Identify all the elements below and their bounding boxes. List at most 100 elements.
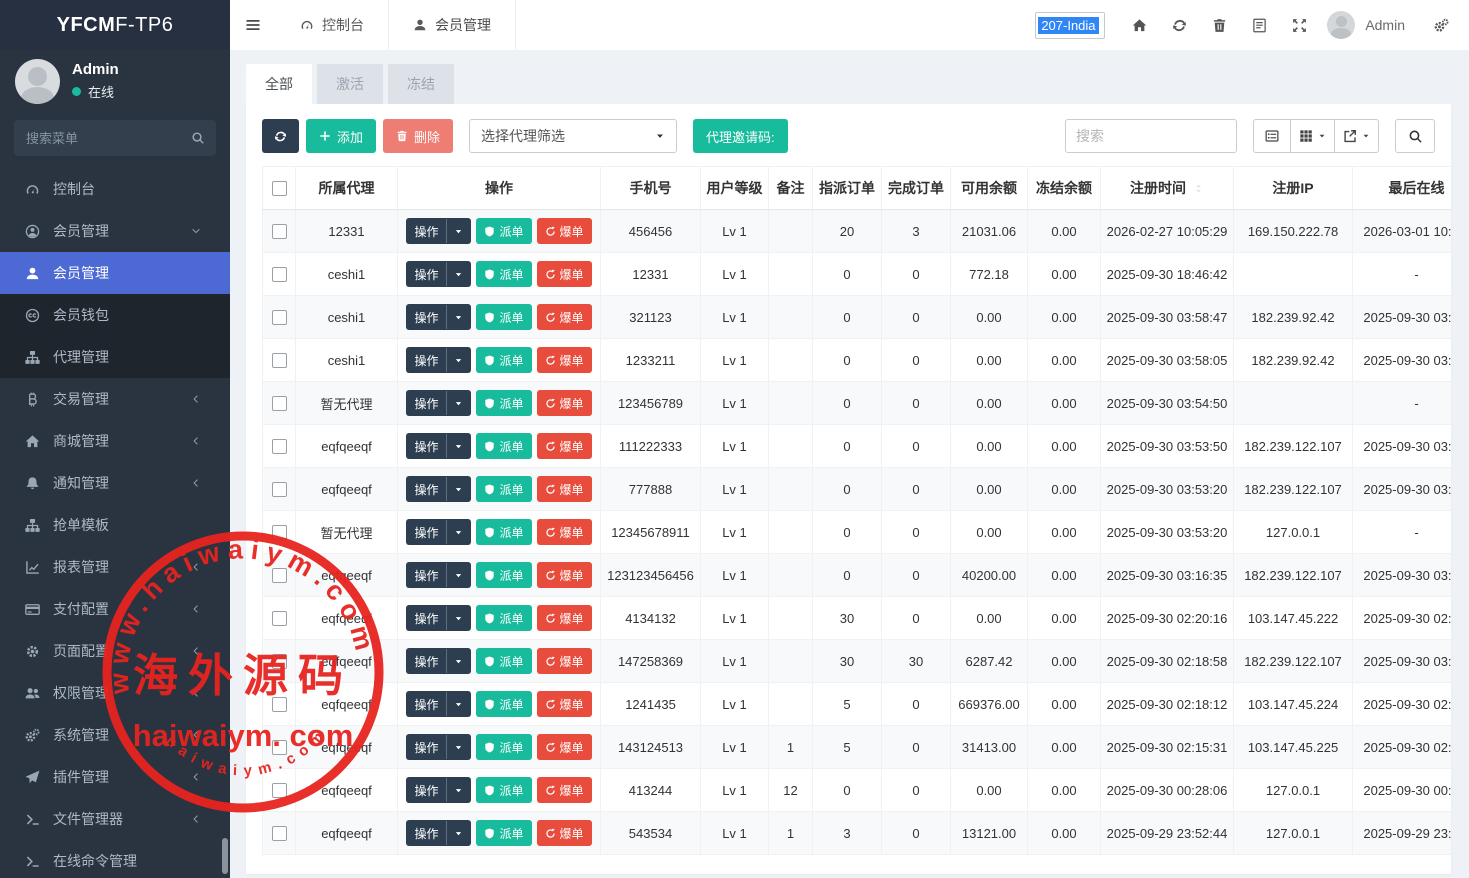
table-search-input[interactable]: [1065, 119, 1237, 153]
row-operate-button[interactable]: 操作: [406, 218, 471, 244]
row-dispatch-button[interactable]: 派单: [476, 261, 531, 287]
row-dispatch-button[interactable]: 派单: [476, 218, 531, 244]
home-button[interactable]: [1119, 0, 1159, 50]
row-burst-button[interactable]: 爆单: [537, 648, 592, 674]
export-button[interactable]: [1335, 119, 1379, 153]
columns-toggle-button[interactable]: [1291, 119, 1335, 153]
clear-cache-button[interactable]: [1199, 0, 1239, 50]
sidebar-item-15[interactable]: 文件管理器: [0, 798, 230, 840]
sidebar-toggle-button[interactable]: [230, 0, 276, 50]
sidebar-item-6[interactable]: 商城管理: [0, 420, 230, 462]
column-header[interactable]: 所属代理: [296, 167, 398, 210]
row-operate-button[interactable]: 操作: [406, 433, 471, 459]
column-header[interactable]: 最后在线: [1353, 167, 1452, 210]
row-operate-button[interactable]: 操作: [406, 261, 471, 287]
fullscreen-button[interactable]: [1279, 0, 1319, 50]
sidebar-item-5[interactable]: 交易管理: [0, 378, 230, 420]
detail-view-button[interactable]: [1253, 119, 1291, 153]
row-operate-button[interactable]: 操作: [406, 648, 471, 674]
row-checkbox[interactable]: [272, 396, 287, 411]
column-header[interactable]: 注册IP: [1234, 167, 1353, 210]
row-operate-button[interactable]: 操作: [406, 562, 471, 588]
refresh-table-button[interactable]: [262, 119, 299, 153]
row-checkbox[interactable]: [272, 482, 287, 497]
row-dispatch-button[interactable]: 派单: [476, 777, 531, 803]
sidebar-item-4[interactable]: 代理管理: [0, 336, 230, 378]
tab-frozen[interactable]: 冻结: [388, 64, 454, 104]
delete-button[interactable]: 删除: [383, 119, 453, 153]
navbar-text-input[interactable]: 207-India: [1035, 12, 1105, 39]
settings-button[interactable]: [1421, 0, 1461, 50]
add-button[interactable]: 添加: [306, 119, 376, 153]
row-checkbox[interactable]: [272, 310, 287, 325]
sidebar-item-12[interactable]: 权限管理: [0, 672, 230, 714]
row-operate-button[interactable]: 操作: [406, 476, 471, 502]
row-checkbox[interactable]: [272, 568, 287, 583]
menu-search-input[interactable]: [14, 120, 216, 156]
row-burst-button[interactable]: 爆单: [537, 390, 592, 416]
nav-tab-dashboard[interactable]: 控制台: [276, 0, 388, 50]
row-dispatch-button[interactable]: 派单: [476, 390, 531, 416]
column-header[interactable]: 冻结余额: [1028, 167, 1101, 210]
refresh-button[interactable]: [1159, 0, 1199, 50]
row-operate-button[interactable]: 操作: [406, 734, 471, 760]
navbar-username[interactable]: Admin: [1365, 17, 1405, 33]
row-operate-button[interactable]: 操作: [406, 691, 471, 717]
column-header[interactable]: 注册时间: [1101, 167, 1234, 210]
sidebar-item-13[interactable]: 系统管理: [0, 714, 230, 756]
row-dispatch-button[interactable]: 派单: [476, 562, 531, 588]
column-header[interactable]: 完成订单: [882, 167, 951, 210]
row-dispatch-button[interactable]: 派单: [476, 605, 531, 631]
row-burst-button[interactable]: 爆单: [537, 218, 592, 244]
row-operate-button[interactable]: 操作: [406, 304, 471, 330]
row-burst-button[interactable]: 爆单: [537, 734, 592, 760]
row-operate-button[interactable]: 操作: [406, 605, 471, 631]
row-checkbox[interactable]: [272, 783, 287, 798]
sidebar-item-10[interactable]: 支付配置: [0, 588, 230, 630]
row-burst-button[interactable]: 爆单: [537, 347, 592, 373]
row-burst-button[interactable]: 爆单: [537, 476, 592, 502]
row-operate-button[interactable]: 操作: [406, 390, 471, 416]
sidebar-item-1[interactable]: 会员管理: [0, 210, 230, 252]
sidebar-item-11[interactable]: 页面配置: [0, 630, 230, 672]
sidebar-scrollbar[interactable]: [222, 838, 228, 874]
row-checkbox[interactable]: [272, 267, 287, 282]
sidebar-item-16[interactable]: 在线命令管理: [0, 840, 230, 878]
row-burst-button[interactable]: 爆单: [537, 261, 592, 287]
row-operate-button[interactable]: 操作: [406, 519, 471, 545]
row-dispatch-button[interactable]: 派单: [476, 519, 531, 545]
row-checkbox[interactable]: [272, 826, 287, 841]
row-dispatch-button[interactable]: 派单: [476, 734, 531, 760]
row-operate-button[interactable]: 操作: [406, 820, 471, 846]
nav-tab-members[interactable]: 会员管理: [388, 0, 516, 50]
row-operate-button[interactable]: 操作: [406, 347, 471, 373]
sidebar-item-7[interactable]: 通知管理: [0, 462, 230, 504]
row-burst-button[interactable]: 爆单: [537, 562, 592, 588]
row-dispatch-button[interactable]: 派单: [476, 476, 531, 502]
row-dispatch-button[interactable]: 派单: [476, 820, 531, 846]
sidebar-item-0[interactable]: 控制台: [0, 168, 230, 210]
column-header[interactable]: 可用余额: [951, 167, 1028, 210]
row-burst-button[interactable]: 爆单: [537, 820, 592, 846]
row-burst-button[interactable]: 爆单: [537, 433, 592, 459]
sidebar-item-3[interactable]: 会员钱包: [0, 294, 230, 336]
agent-filter-select[interactable]: 选择代理筛选: [469, 119, 677, 153]
row-checkbox[interactable]: [272, 611, 287, 626]
language-button[interactable]: [1239, 0, 1279, 50]
row-checkbox[interactable]: [272, 439, 287, 454]
advanced-search-button[interactable]: [1395, 119, 1435, 153]
row-checkbox[interactable]: [272, 654, 287, 669]
row-dispatch-button[interactable]: 派单: [476, 691, 531, 717]
column-header[interactable]: 用户等级: [701, 167, 769, 210]
sidebar-item-8[interactable]: 抢单模板: [0, 504, 230, 546]
column-header[interactable]: 操作: [398, 167, 601, 210]
row-checkbox[interactable]: [272, 740, 287, 755]
column-header[interactable]: 手机号: [601, 167, 701, 210]
select-all-checkbox[interactable]: [272, 181, 287, 196]
row-checkbox[interactable]: [272, 525, 287, 540]
row-checkbox[interactable]: [272, 224, 287, 239]
sidebar-item-2[interactable]: 会员管理: [0, 252, 230, 294]
row-operate-button[interactable]: 操作: [406, 777, 471, 803]
row-burst-button[interactable]: 爆单: [537, 777, 592, 803]
tab-active[interactable]: 激活: [317, 64, 383, 104]
